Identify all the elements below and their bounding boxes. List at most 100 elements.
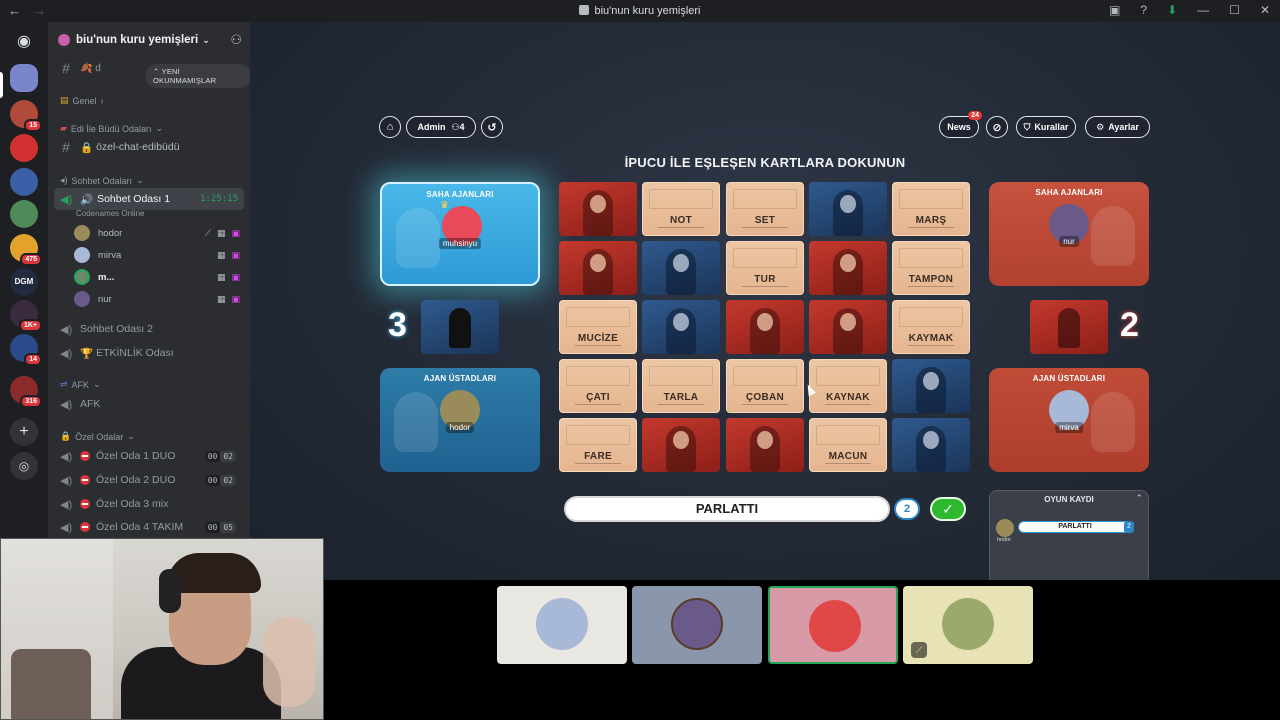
category-sohbet[interactable]: ◂) Sohbet Odaları ⌄	[60, 175, 144, 186]
voice-channel-afk[interactable]: ◀) AFK	[54, 393, 244, 415]
rules-button[interactable]: ⛉ Kurallar	[1016, 116, 1076, 138]
server-icon-3[interactable]	[10, 134, 38, 162]
sound-off-icon[interactable]: ⊘	[986, 116, 1008, 138]
participant-tile[interactable]: ⟋	[903, 586, 1033, 664]
channel-sidebar: biu'nun kuru yemişleri ⌄ ⚇ # 🍂 d ⌃ YENİ O…	[48, 22, 250, 540]
grid-icon: ▦	[216, 293, 226, 304]
red-operatives-panel: SAHA AJANLARI nur	[989, 182, 1149, 286]
window-title-text: biu'nun kuru yemişleri	[594, 5, 701, 17]
blue-spymasters-panel: AJAN ÜSTADLARI hodor	[380, 368, 540, 472]
server-icon-2[interactable]: 15	[10, 100, 42, 132]
minimize-button[interactable]: —	[1197, 3, 1209, 17]
voice-channel-etkinlik[interactable]: ◀) 🏆 ETKİNLİK Odası	[54, 342, 244, 364]
word-card[interactable]: TUR	[726, 241, 804, 295]
maximize-button[interactable]: ☐	[1229, 3, 1240, 17]
word-card[interactable]: ÇOBAN	[726, 359, 804, 413]
word-card[interactable]: NOT	[642, 182, 720, 236]
server-icon-10[interactable]: 316	[10, 376, 42, 408]
card-word: KAYNAK	[810, 392, 886, 405]
speaker-icon: ◂)	[60, 175, 68, 185]
channel-ozel-chat[interactable]: # 🔒 özel-chat-edibüdü	[54, 137, 244, 157]
blue-score: 3	[388, 306, 407, 344]
clue-input[interactable]: PARLATTI	[564, 496, 890, 522]
word-card[interactable]: MARŞ	[892, 182, 970, 236]
card-word: KAYMAK	[893, 333, 969, 346]
card-word: MUCİZE	[560, 333, 636, 346]
settings-button[interactable]: ⚙ Ayarlar	[1085, 116, 1150, 138]
server-icon-1[interactable]	[10, 64, 38, 92]
member-name: hodor	[98, 227, 123, 239]
add-server-icon[interactable]: +	[10, 418, 38, 446]
server-header[interactable]: biu'nun kuru yemişleri ⌄ ⚇	[48, 22, 250, 58]
card-frame	[566, 307, 630, 327]
voice-member[interactable]: nur ▦ ▣	[74, 289, 244, 309]
close-button[interactable]: ✕	[1260, 3, 1270, 17]
server-icon-9[interactable]: 14	[10, 334, 42, 366]
room-count-a: 00	[204, 450, 221, 462]
voice-channel-sohbet-1[interactable]: ◀) 🔊 Sohbet Odası 1 1:25:15	[54, 188, 244, 210]
category-edi-label: Edi İle Büdü Odaları	[70, 123, 152, 134]
game-icon: ▣	[231, 227, 240, 238]
hash-icon: #	[62, 60, 70, 76]
word-card[interactable]: SET	[726, 182, 804, 236]
member-status-icons: ⟋ ▦ ▣	[205, 228, 240, 239]
word-card[interactable]: ÇATI	[559, 359, 637, 413]
card-word: ÇATI	[560, 392, 636, 405]
news-label: News	[947, 122, 971, 132]
agent-figure	[1058, 308, 1080, 348]
voice-channel-room[interactable]: ◀) Özel Oda 3 mix	[54, 493, 244, 515]
help-icon[interactable]: ?	[1140, 3, 1147, 17]
voice-channel-room[interactable]: ◀) Özel Oda 4 TAKIM 00 05	[54, 516, 244, 538]
discord-home-icon[interactable]: ◉	[10, 28, 38, 56]
word-card[interactable]: MUCİZE	[559, 300, 637, 354]
channel-genel[interactable]: ▤ Genel ›	[60, 95, 104, 106]
admin-button[interactable]: Admin ⚇ 4	[406, 116, 476, 138]
word-card[interactable]: FARE	[559, 418, 637, 472]
reset-icon[interactable]: ↺	[481, 116, 503, 138]
voice-channel-sohbet-2[interactable]: ◀) Sohbet Odası 2	[54, 318, 244, 340]
server-icon-8[interactable]: 1K+	[10, 300, 42, 332]
channel-private-label: özel-chat-edibüdü	[96, 141, 180, 153]
inbox-icon[interactable]: ▣	[1109, 3, 1120, 17]
word-card[interactable]: KAYMAK	[892, 300, 970, 354]
participant-tile-speaking[interactable]	[768, 586, 898, 664]
room-counts: 00 02	[204, 474, 236, 486]
room-count-a: 00	[204, 474, 221, 486]
room-counts: 00 05	[204, 521, 236, 533]
chevron-up-icon[interactable]: ⌃	[1135, 493, 1143, 504]
voice-afk-label: AFK	[80, 398, 101, 410]
yoda-avatar-icon	[942, 598, 994, 650]
word-card[interactable]: TAMPON	[892, 241, 970, 295]
voice-member[interactable]: m... ▦ ▣	[74, 267, 244, 287]
voice-member[interactable]: hodor ⟋ ▦ ▣	[74, 223, 244, 243]
players-icon: ⚇	[451, 121, 460, 132]
discover-icon[interactable]: ◎	[10, 452, 38, 480]
server-icon-5[interactable]	[10, 200, 38, 228]
category-afk[interactable]: ⇌ AFK ⌄	[60, 379, 101, 390]
voice-channel-room[interactable]: ◀) Özel Oda 1 DUO 00 02	[54, 445, 244, 467]
participant-tile[interactable]	[497, 586, 627, 664]
word-card[interactable]: MACUN	[809, 418, 887, 472]
server-icon-4[interactable]	[10, 168, 38, 196]
unread-pill[interactable]: ⌃ YENİ OKUNMAMIŞLAR	[146, 64, 250, 88]
agent-face	[673, 254, 689, 272]
invite-icon[interactable]: ⚇	[230, 32, 242, 48]
participant-tile[interactable]	[632, 586, 762, 664]
word-card[interactable]: TARLA	[642, 359, 720, 413]
clue-number[interactable]: 2	[894, 498, 920, 520]
ghost-agent-figure	[1091, 392, 1135, 452]
server-icon-dgm[interactable]: DGM	[10, 268, 38, 296]
revealed-red-card	[559, 241, 637, 295]
agent-face	[757, 313, 773, 331]
voice-member[interactable]: mirva ▦ ▣	[74, 245, 244, 265]
home-icon[interactable]: ⌂	[379, 116, 401, 138]
revealed-blue-card	[642, 241, 720, 295]
category-edi[interactable]: ▰ Edi İle Büdü Odaları ⌄	[60, 123, 163, 134]
server-icon-6[interactable]: 475	[10, 234, 42, 266]
category-ozel[interactable]: 🔒 Özel Odalar ⌄	[60, 431, 135, 442]
voice-channel-room[interactable]: ◀) Özel Oda 2 DUO 00 02	[54, 469, 244, 491]
download-icon[interactable]: ⬇	[1167, 3, 1177, 17]
news-button[interactable]: News 24	[939, 111, 982, 138]
confirm-check-icon[interactable]: ✓	[930, 497, 966, 521]
word-card[interactable]: KAYNAK	[809, 359, 887, 413]
